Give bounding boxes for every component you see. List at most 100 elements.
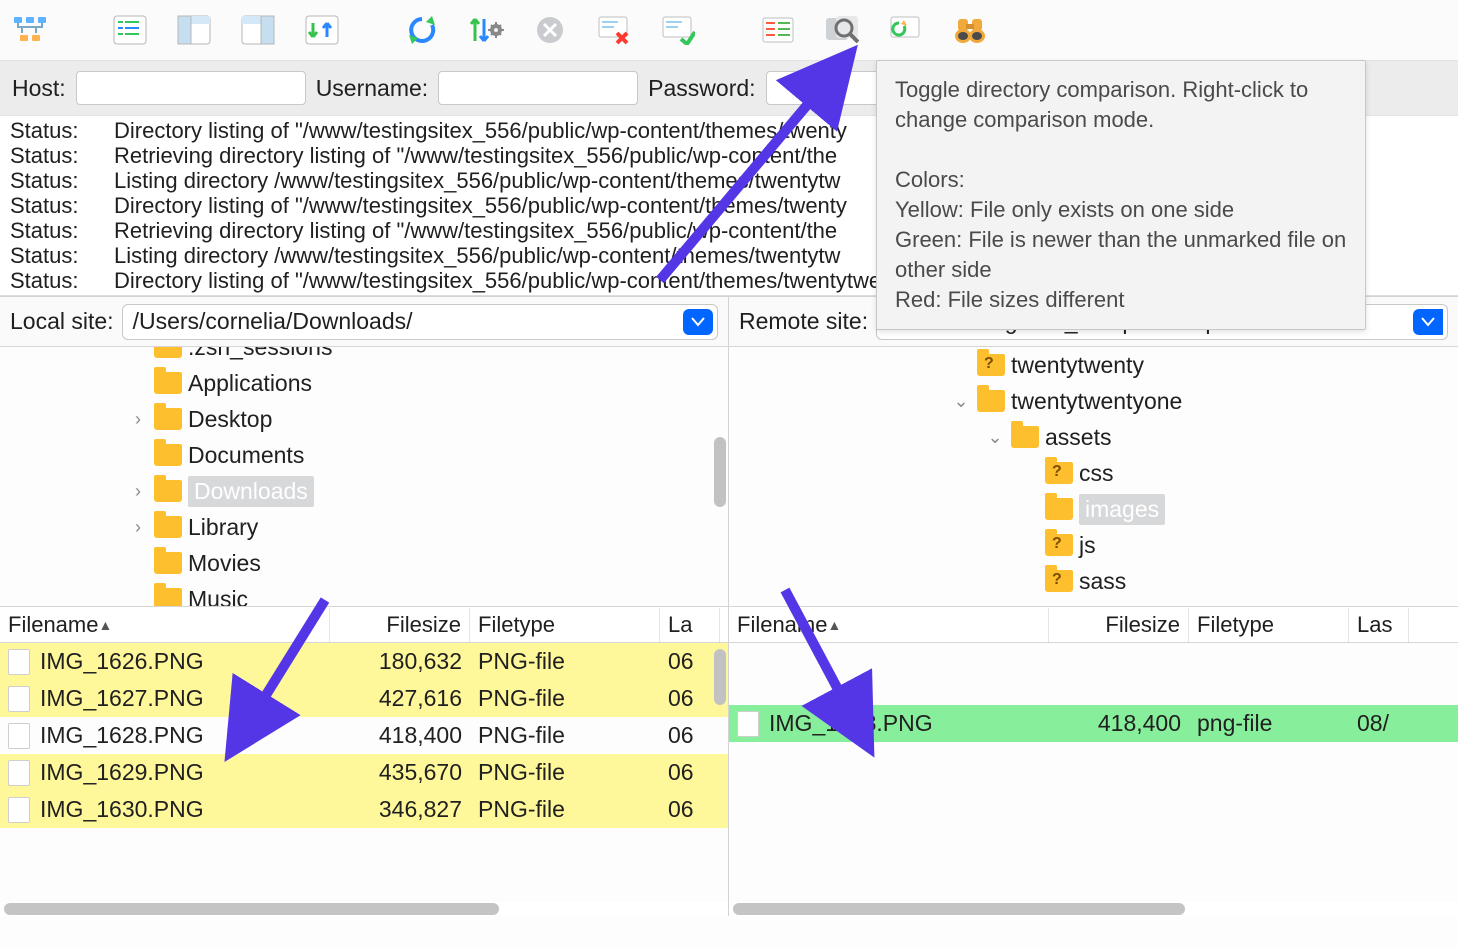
tree-item[interactable]: css xyxy=(729,455,1458,491)
local-tree-icon xyxy=(177,15,211,45)
log-tag: Status: xyxy=(10,268,80,293)
log-msg: Directory listing of "/www/testingsitex_… xyxy=(114,193,847,218)
tree-item[interactable]: Music xyxy=(0,581,728,607)
tooltip-color-yellow: Yellow: File only exists on one side xyxy=(895,195,1347,225)
tree-label: Applications xyxy=(188,370,312,397)
folder-icon xyxy=(154,516,182,538)
remote-dir-tree[interactable]: twentytwenty ⌄twentytwentyone⌄assetscssim… xyxy=(729,347,1458,607)
folder-icon xyxy=(154,444,182,466)
toggle-remote-tree-button[interactable] xyxy=(238,10,278,50)
tree-item[interactable]: ⌄twentytwentyone xyxy=(729,383,1458,419)
tree-label: Library xyxy=(188,514,258,541)
local-path-combo[interactable]: /Users/cornelia/Downloads/ xyxy=(122,304,718,340)
tree-twisty[interactable]: ⌄ xyxy=(985,427,1005,448)
tree-item[interactable]: ⌄assets xyxy=(729,419,1458,455)
log-msg: Listing directory /www/testingsitex_556/… xyxy=(114,243,840,268)
folder-icon xyxy=(1045,534,1073,556)
tree-label: .zsh_sessions xyxy=(188,347,332,361)
tree-twisty[interactable]: › xyxy=(128,481,148,502)
toggle-queue-button[interactable] xyxy=(302,10,342,50)
remote-pane: Remote site: /www/testingsitex_556/publi… xyxy=(729,297,1458,916)
local-dir-tree[interactable]: .zsh_sessions Applications › Desktop Documen… xyxy=(0,347,728,607)
tree-twisty[interactable]: ⌄ xyxy=(951,391,971,412)
col-filetype[interactable]: Filetype xyxy=(1189,608,1349,642)
remote-file-list[interactable]: IMG_1628.PNG418,400png-file08/ xyxy=(729,643,1458,902)
remote-hscroll[interactable] xyxy=(729,902,1458,916)
sitemanager-button[interactable] xyxy=(10,10,50,50)
tree-item[interactable]: .zsh_sessions xyxy=(0,347,728,365)
tree-twisty[interactable]: › xyxy=(128,409,148,430)
binoculars-icon xyxy=(952,14,988,46)
tree-item[interactable]: › Library xyxy=(0,509,728,545)
remote-tree-icon xyxy=(241,15,275,45)
toggle-log-button[interactable] xyxy=(110,10,150,50)
file-row[interactable]: IMG_1627.PNG427,616PNG-file06 xyxy=(0,680,728,717)
col-filesize[interactable]: Filesize xyxy=(1049,608,1189,642)
main-toolbar xyxy=(0,0,1458,60)
sync-browse-button[interactable] xyxy=(886,10,926,50)
log-tag: Status: xyxy=(10,218,80,243)
log-msg: Listing directory /www/testingsitex_556/… xyxy=(114,168,840,193)
tree-item[interactable]: twentytwenty xyxy=(729,347,1458,383)
log-tag: Status: xyxy=(10,243,80,268)
col-filename[interactable]: Filename xyxy=(729,608,1049,642)
col-filesize[interactable]: Filesize xyxy=(330,608,470,642)
file-name-cell: IMG_1626.PNG xyxy=(0,646,330,677)
local-pane: Local site: /Users/cornelia/Downloads/ .… xyxy=(0,297,729,916)
list-scrollbar[interactable] xyxy=(714,649,726,705)
disconnect-button[interactable] xyxy=(594,10,634,50)
log-tag: Status: xyxy=(10,143,80,168)
tree-item[interactable]: js xyxy=(729,527,1458,563)
file-row[interactable]: IMG_1629.PNG435,670PNG-file06 xyxy=(0,754,728,791)
host-input[interactable] xyxy=(76,71,306,105)
file-row[interactable]: IMG_1630.PNG346,827PNG-file06 xyxy=(0,791,728,828)
col-filename[interactable]: Filename xyxy=(0,608,330,642)
file-icon xyxy=(8,760,30,786)
file-row[interactable]: IMG_1628.PNG418,400png-file08/ xyxy=(729,705,1458,742)
tree-label: Desktop xyxy=(188,406,272,433)
folder-icon xyxy=(154,552,182,574)
folder-icon xyxy=(154,408,182,430)
folder-icon xyxy=(1045,462,1073,484)
tree-item[interactable]: › Desktop xyxy=(0,401,728,437)
local-file-list[interactable]: IMG_1626.PNG180,632PNG-file06IMG_1627.PN… xyxy=(0,643,728,902)
col-lastmod[interactable]: La xyxy=(660,608,720,642)
tree-label: twentytwenty xyxy=(1011,352,1144,379)
file-mod-cell: 06 xyxy=(660,646,720,677)
file-type-cell: PNG-file xyxy=(470,646,660,677)
remote-file-header[interactable]: Filename Filesize Filetype Las xyxy=(729,607,1458,643)
file-row[interactable]: IMG_1626.PNG180,632PNG-file06 xyxy=(0,643,728,680)
chevron-down-icon[interactable] xyxy=(1413,309,1443,335)
local-file-header[interactable]: Filename Filesize Filetype La xyxy=(0,607,728,643)
cancel-button[interactable] xyxy=(530,10,570,50)
col-lastmod[interactable]: Las xyxy=(1349,608,1409,642)
file-row[interactable]: IMG_1628.PNG418,400PNG-file06 xyxy=(0,717,728,754)
process-queue-button[interactable] xyxy=(466,10,506,50)
filter-button[interactable] xyxy=(758,10,798,50)
tree-item[interactable]: Applications xyxy=(0,365,728,401)
local-hscroll[interactable] xyxy=(0,902,728,916)
tree-item[interactable]: Documents xyxy=(0,437,728,473)
folder-icon xyxy=(977,390,1005,412)
file-type-cell: PNG-file xyxy=(470,720,660,751)
chevron-down-icon[interactable] xyxy=(683,309,713,335)
col-filetype[interactable]: Filetype xyxy=(470,608,660,642)
tree-scrollbar[interactable] xyxy=(714,437,726,507)
tree-item[interactable]: images xyxy=(729,491,1458,527)
directory-compare-button[interactable] xyxy=(822,10,862,50)
file-size-cell: 418,400 xyxy=(330,720,470,751)
file-name-cell: IMG_1627.PNG xyxy=(0,683,330,714)
refresh-button[interactable] xyxy=(402,10,442,50)
reconnect-button[interactable] xyxy=(658,10,698,50)
tree-item[interactable]: sass xyxy=(729,563,1458,599)
tree-item[interactable]: Movies xyxy=(0,545,728,581)
tree-item[interactable]: ›Downloads xyxy=(0,473,728,509)
file-icon xyxy=(8,723,30,749)
tooltip-color-red: Red: File sizes different xyxy=(895,285,1347,315)
tree-twisty[interactable]: › xyxy=(128,517,148,538)
search-button[interactable] xyxy=(950,10,990,50)
toggle-local-tree-button[interactable] xyxy=(174,10,214,50)
username-label: Username: xyxy=(316,75,428,102)
username-input[interactable] xyxy=(438,71,638,105)
tree-label: Music xyxy=(188,586,248,608)
